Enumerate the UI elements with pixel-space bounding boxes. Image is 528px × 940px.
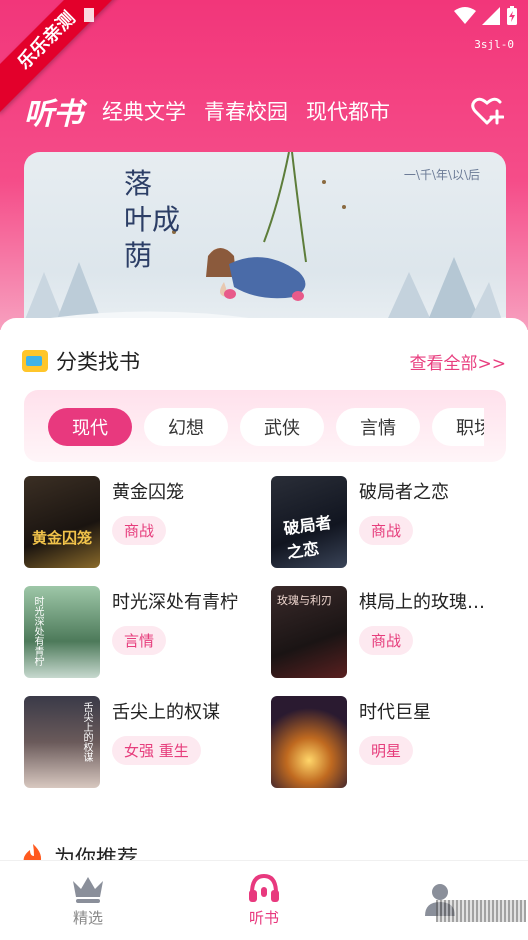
book-tags: 商战 xyxy=(359,516,449,545)
status-bar: 乐乐亲测 3sjl-0 xyxy=(0,0,528,114)
book-title: 破局者之恋 xyxy=(359,482,449,503)
signal-icon xyxy=(482,7,500,25)
book-item[interactable]: 时光深处有青柠 时光深处有青柠 言情 xyxy=(24,586,271,678)
nav-classic-literature[interactable]: 经典文学 xyxy=(102,96,186,126)
main-content: 分类找书 查看全部>> 现代 幻想 武侠 言情 职场 黄金囚笼 黄金囚笼 商战 xyxy=(0,318,528,878)
device-tag: 3sjl-0 xyxy=(474,38,514,51)
book-tag: 女强 重生 xyxy=(112,736,201,765)
book-tag: 明星 xyxy=(359,736,414,765)
book-tag: 商战 xyxy=(359,626,414,655)
tab-workplace[interactable]: 职场 xyxy=(432,408,484,446)
book-tags: 言情 xyxy=(112,626,238,655)
bottom-nav-label: 精选 xyxy=(72,909,103,927)
book-item[interactable]: 破局者 之恋 破局者之恋 商战 xyxy=(271,476,510,568)
sim-icon xyxy=(84,8,94,22)
nav-youth-campus[interactable]: 青春校园 xyxy=(204,96,288,126)
book-title: 时光深处有青柠 xyxy=(112,592,238,613)
nav-modern-city[interactable]: 现代都市 xyxy=(306,96,390,126)
book-cover: 玫瑰与利刃 xyxy=(271,586,347,678)
book-info: 时代巨星 明星 xyxy=(359,696,431,788)
book-tags: 明星 xyxy=(359,736,431,765)
watermark xyxy=(436,900,526,922)
battery-icon xyxy=(507,6,517,25)
banner-title-line: 荫 xyxy=(124,239,153,272)
book-tag-text: 重生 xyxy=(158,742,189,760)
headphones-icon xyxy=(249,873,279,902)
book-cover xyxy=(271,696,347,788)
tab-modern[interactable]: 现代 xyxy=(48,408,132,446)
folder-icon xyxy=(22,350,48,372)
book-item[interactable]: 黄金囚笼 黄金囚笼 商战 xyxy=(24,476,271,568)
banner-subtitle: 一\千\年\以\后 xyxy=(403,168,480,182)
book-tags: 女强 重生 xyxy=(112,736,220,765)
book-info: 破局者之恋 商战 xyxy=(359,476,449,568)
book-title: 黄金囚笼 xyxy=(112,482,184,503)
book-item[interactable]: 时代巨星 明星 xyxy=(271,696,510,788)
book-tag: 商战 xyxy=(359,516,414,545)
category-tabs: 现代 幻想 武侠 言情 职场 xyxy=(48,408,484,446)
book-tags: 商战 xyxy=(359,626,485,655)
crown-icon xyxy=(73,877,103,903)
book-title: 时代巨星 xyxy=(359,702,431,723)
book-info: 棋局上的玫瑰… 商战 xyxy=(359,586,485,678)
book-tags: 商战 xyxy=(112,516,184,545)
see-all-link[interactable]: 查看全部>> xyxy=(410,349,507,374)
category-title-text: 分类找书 xyxy=(56,350,140,374)
tab-fantasy[interactable]: 幻想 xyxy=(144,408,228,446)
status-icons xyxy=(454,6,518,26)
banner-title-line: 叶成 xyxy=(124,203,181,236)
book-cover: 破局者 之恋 xyxy=(271,476,347,568)
banner-title-line: 落 xyxy=(124,167,153,200)
app-logo: 听书 xyxy=(24,97,83,132)
book-info: 时光深处有青柠 言情 xyxy=(112,586,238,678)
top-nav: 听书 经典文学 青春校园 现代都市 xyxy=(24,88,510,134)
category-tabs-container: 现代 幻想 武侠 言情 职场 xyxy=(24,390,506,462)
book-tag: 商战 xyxy=(112,516,167,545)
book-item[interactable]: 玫瑰与利刃 棋局上的玫瑰… 商战 xyxy=(271,586,510,678)
bottom-nav-audiobook[interactable]: 听书 xyxy=(204,873,324,928)
book-grid: 黄金囚笼 黄金囚笼 商战 破局者 之恋 破局者之恋 商战 时光深处有青柠 时光深… xyxy=(24,476,510,788)
wifi-icon xyxy=(454,7,476,24)
book-title: 棋局上的玫瑰… xyxy=(359,592,485,613)
heart-plus-icon[interactable] xyxy=(470,94,504,128)
category-header: 分类找书 查看全部>> xyxy=(22,346,506,376)
book-info: 舌尖上的权谋 女强 重生 xyxy=(112,696,220,788)
book-title: 舌尖上的权谋 xyxy=(112,702,220,723)
book-cover: 时光深处有青柠 xyxy=(24,586,100,678)
banner-title: 落 叶成 荫 xyxy=(124,166,180,274)
bottom-nav: 精选 听书 xyxy=(0,860,528,940)
tab-wuxia[interactable]: 武侠 xyxy=(240,408,324,446)
bottom-nav-label: 听书 xyxy=(248,909,279,927)
bottom-nav-featured[interactable]: 精选 xyxy=(28,873,148,928)
book-cover: 舌尖上的权谋 xyxy=(24,696,100,788)
book-info: 黄金囚笼 商战 xyxy=(112,476,184,568)
book-cover: 黄金囚笼 xyxy=(24,476,100,568)
tab-romance[interactable]: 言情 xyxy=(336,408,420,446)
book-tag: 言情 xyxy=(112,626,167,655)
book-tag-text: 女强 xyxy=(124,742,155,760)
category-title: 分类找书 xyxy=(22,346,140,376)
book-item[interactable]: 舌尖上的权谋 舌尖上的权谋 女强 重生 xyxy=(24,696,271,788)
